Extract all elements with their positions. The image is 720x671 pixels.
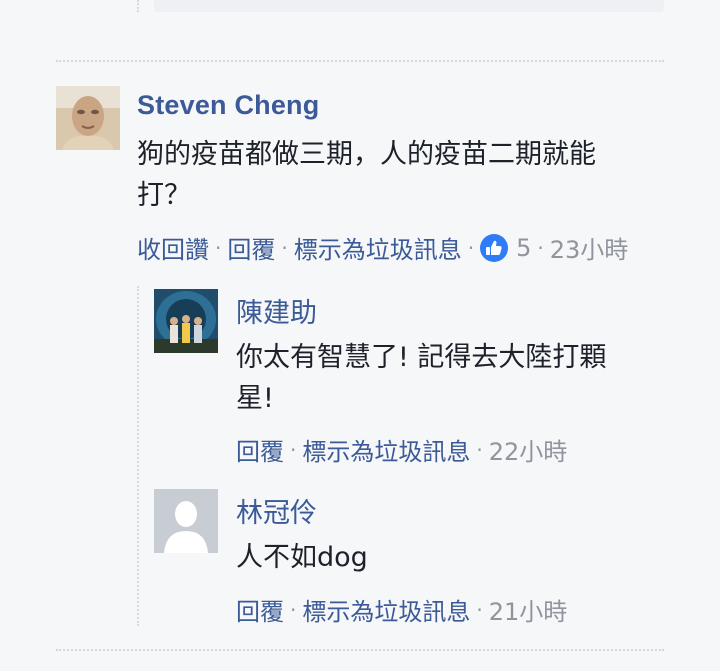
avatar-lin-guanling[interactable]	[154, 489, 218, 553]
reply-button[interactable]: 回覆	[236, 592, 284, 627]
profile-photo-icon	[154, 289, 218, 353]
reply-actions: 回覆 · 標示為垃圾訊息 · 21小時	[236, 592, 567, 627]
report-spam-button[interactable]: 標示為垃圾訊息	[294, 230, 462, 265]
unlike-button[interactable]: 收回讚	[137, 230, 209, 265]
separator-dot: ·	[290, 437, 297, 462]
separator-dot: ·	[537, 235, 544, 260]
separator-dot: ·	[290, 597, 297, 622]
reply-body-line: 星!	[236, 383, 274, 414]
comment-body-line: 打？	[137, 180, 191, 211]
reply-body-line: 你太有智慧了! 記得去大陸打顆	[236, 342, 607, 373]
report-spam-button[interactable]: 標示為垃圾訊息	[302, 592, 470, 627]
report-spam-button[interactable]: 標示為垃圾訊息	[302, 432, 470, 467]
reply-body-line: 人不如dog	[236, 542, 368, 573]
avatar-steven-cheng[interactable]	[56, 86, 120, 150]
separator-dot: ·	[215, 235, 222, 260]
default-avatar-icon	[154, 489, 218, 553]
separator-dot: ·	[476, 437, 483, 462]
comment-actions: 收回讚 · 回覆 · 標示為垃圾訊息 · 5 · 23小時	[137, 230, 628, 265]
reply-body: 你太有智慧了! 記得去大陸打顆 星!	[236, 337, 676, 419]
comment-body-line: 狗的疫苗都做三期，人的疫苗二期就能	[137, 139, 596, 170]
previous-comment-stub	[154, 0, 664, 12]
avatar-chen-jianzhu[interactable]	[154, 289, 218, 353]
separator-dot: ·	[281, 235, 288, 260]
reply-button[interactable]: 回覆	[236, 432, 284, 467]
reply-author-name[interactable]: 林冠伶	[236, 491, 317, 530]
reply-actions: 回覆 · 標示為垃圾訊息 · 22小時	[236, 432, 567, 467]
comment-author-name[interactable]: Steven Cheng	[137, 90, 319, 121]
reply-button[interactable]: 回覆	[227, 230, 275, 265]
thumbs-up-icon[interactable]	[480, 233, 509, 262]
reply-body: 人不如dog	[236, 537, 676, 578]
like-count[interactable]: 5	[516, 234, 531, 262]
profile-photo-icon	[56, 86, 120, 150]
separator-dot: ·	[476, 597, 483, 622]
comment-body: 狗的疫苗都做三期，人的疫苗二期就能 打？	[137, 134, 677, 216]
previous-thread-line	[137, 0, 139, 12]
separator-dot: ·	[467, 235, 475, 260]
reply-author-name[interactable]: 陳建助	[236, 291, 317, 330]
reply-timestamp[interactable]: 22小時	[489, 432, 568, 467]
comment-divider-top	[56, 60, 664, 62]
comment-divider-bottom	[56, 649, 664, 651]
comment-thread-page: Steven Cheng 狗的疫苗都做三期，人的疫苗二期就能 打？ 收回讚 · …	[0, 0, 720, 671]
comment-timestamp[interactable]: 23小時	[550, 230, 629, 265]
reply-timestamp[interactable]: 21小時	[489, 592, 568, 627]
reply-thread-line	[137, 286, 139, 626]
